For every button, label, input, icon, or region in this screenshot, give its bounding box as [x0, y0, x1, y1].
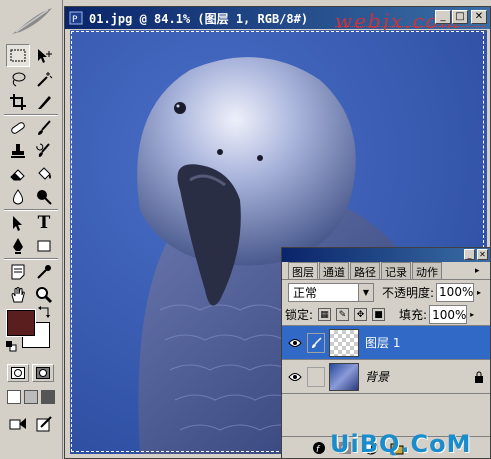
- tab-channels[interactable]: 通道: [319, 262, 349, 279]
- document-title: 01.jpg @ 84.1% (图层 1, RGB/8#): [89, 11, 309, 26]
- tab-layers[interactable]: 图层: [288, 262, 318, 279]
- magic-wand-tool-icon[interactable]: [32, 67, 56, 90]
- background-thumbnail: [329, 362, 359, 391]
- blend-mode-select[interactable]: 正常 ▼: [288, 282, 374, 302]
- lock-row: 锁定: ▦ ✎ ✥ ■ 填充: 100% ▸: [282, 304, 490, 326]
- shape-tool-icon[interactable]: [32, 234, 56, 257]
- panel-minimize-icon[interactable]: _: [464, 249, 475, 260]
- lock-position-icon[interactable]: ✥: [354, 308, 368, 321]
- layers-panel: _ ✕ 图层 通道 路径 记录 动作 ▸ 正常 ▼ 不透明度: 100% ▸ 锁…: [281, 247, 491, 459]
- layer-name: 图层 1: [365, 336, 401, 350]
- layers-panel-titlebar[interactable]: _ ✕: [282, 248, 490, 262]
- tab-actions[interactable]: 动作: [412, 262, 442, 279]
- full-screen-menu-mode-icon[interactable]: [24, 390, 38, 404]
- layer-name: 背景: [365, 370, 390, 384]
- eye-icon[interactable]: [285, 333, 305, 353]
- type-tool-glyph: T: [37, 212, 51, 233]
- blend-row: 正常 ▼ 不透明度: 100% ▸: [282, 280, 490, 304]
- opacity-slider-arrow-icon[interactable]: ▸: [474, 283, 484, 302]
- layer-style-icon[interactable]: f: [312, 441, 326, 455]
- document-titlebar[interactable]: P 01.jpg @ 84.1% (图层 1, RGB/8#) webjx.co…: [65, 7, 490, 33]
- standard-mode-button[interactable]: [7, 364, 29, 382]
- svg-text:P: P: [72, 15, 78, 25]
- swap-colors-icon[interactable]: [38, 306, 52, 318]
- brush-icon[interactable]: [307, 332, 325, 353]
- minimize-button[interactable]: _: [435, 10, 451, 24]
- path-selection-tool-icon[interactable]: [6, 211, 30, 234]
- clone-stamp-tool-icon[interactable]: [6, 139, 30, 162]
- standard-mode-icon: [11, 367, 25, 379]
- fill-slider-arrow-icon[interactable]: ▸: [467, 305, 477, 324]
- uibq-watermark: UiBQ.CoM: [330, 430, 472, 458]
- dodge-tool-icon[interactable]: [32, 185, 56, 208]
- lock-pixels-icon[interactable]: ✎: [336, 308, 350, 321]
- pen-tool-icon[interactable]: [6, 234, 30, 257]
- eye-icon[interactable]: [285, 367, 305, 387]
- minimize-icon: _: [440, 11, 446, 22]
- tools-palette: T: [0, 0, 63, 459]
- close-icon: ✕: [474, 11, 484, 22]
- full-screen-mode-icon[interactable]: [41, 390, 55, 404]
- panel-close-icon[interactable]: ✕: [477, 249, 488, 260]
- jump-to-imageready-icon[interactable]: [6, 412, 30, 435]
- lock-label: 锁定:: [285, 308, 314, 322]
- blur-tool-icon[interactable]: [6, 185, 30, 208]
- fill-label: 填充:: [399, 308, 428, 322]
- healing-brush-tool-icon[interactable]: [6, 116, 30, 139]
- quick-mask-icon: [36, 367, 50, 379]
- quick-mask-mode-button[interactable]: [32, 364, 54, 382]
- tab-paths[interactable]: 路径: [350, 262, 380, 279]
- lock-transparency-icon[interactable]: ▦: [318, 308, 332, 321]
- imageready-jump-icon[interactable]: [32, 412, 56, 435]
- lock-icon: [475, 371, 483, 383]
- move-tool-icon[interactable]: [32, 44, 56, 67]
- tab-history[interactable]: 记录: [381, 262, 411, 279]
- brush-tool-icon[interactable]: [32, 116, 56, 139]
- zoom-tool-icon[interactable]: [32, 283, 56, 306]
- chevron-down-icon: ▼: [358, 283, 373, 301]
- feather-logo-icon[interactable]: [8, 4, 56, 38]
- type-tool-icon[interactable]: T: [32, 211, 56, 234]
- close-button[interactable]: ✕: [471, 10, 487, 24]
- crop-tool-icon[interactable]: [6, 90, 30, 113]
- opacity-label: 不透明度:: [382, 285, 435, 300]
- watermark-underline: [335, 26, 485, 27]
- notes-tool-icon[interactable]: [6, 260, 30, 283]
- opacity-field[interactable]: 100%: [436, 282, 475, 302]
- fill-field[interactable]: 100%: [429, 305, 468, 324]
- lock-all-icon[interactable]: ■: [372, 308, 386, 321]
- link-cell[interactable]: [307, 366, 325, 387]
- foreground-color-swatch[interactable]: [6, 309, 36, 337]
- hand-tool-icon[interactable]: [6, 283, 30, 306]
- history-brush-tool-icon[interactable]: [32, 139, 56, 162]
- panel-tabs: 图层 通道 路径 记录 动作: [282, 262, 490, 280]
- photoshop-document-icon: P: [69, 11, 83, 25]
- slice-tool-icon[interactable]: [32, 90, 56, 113]
- paint-bucket-tool-icon[interactable]: [32, 162, 56, 185]
- eraser-tool-icon[interactable]: [6, 162, 30, 185]
- layer-thumbnail: [329, 328, 359, 357]
- layer-row-layer1[interactable]: 图层 1: [282, 326, 490, 360]
- standard-screen-mode-icon[interactable]: [7, 390, 21, 404]
- lasso-tool-icon[interactable]: [6, 67, 30, 90]
- marquee-tool-icon[interactable]: [6, 44, 30, 67]
- layer-row-background[interactable]: 背景: [282, 360, 490, 394]
- default-colors-icon[interactable]: [6, 341, 17, 352]
- blend-mode-value: 正常: [293, 285, 318, 300]
- panel-menu-arrow-icon[interactable]: ▸: [475, 266, 487, 280]
- maximize-button[interactable]: □: [452, 10, 468, 24]
- maximize-icon: □: [455, 11, 465, 22]
- eyedropper-tool-icon[interactable]: [32, 260, 56, 283]
